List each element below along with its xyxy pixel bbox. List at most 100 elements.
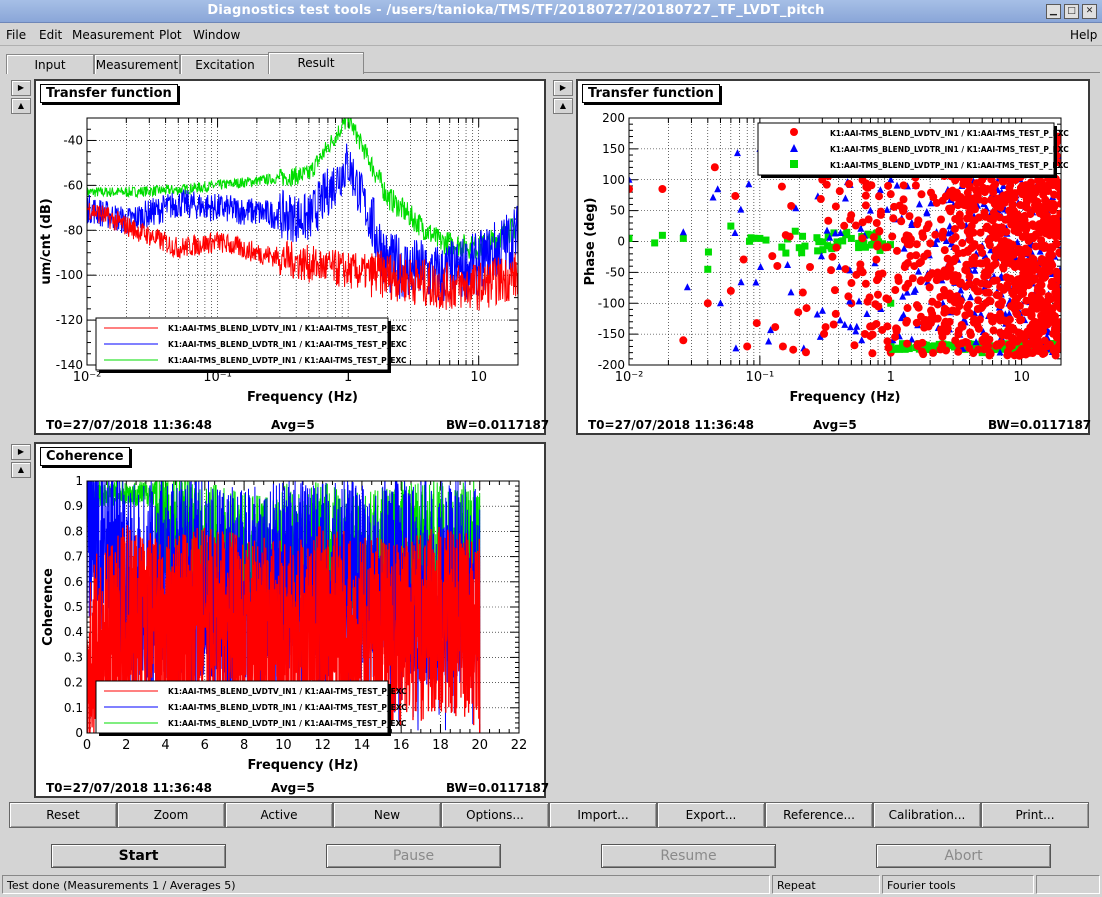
close-button[interactable]: ✕ bbox=[1082, 4, 1097, 19]
scatter-point-red bbox=[1056, 209, 1061, 218]
panel1-next-button[interactable]: ▶ bbox=[11, 80, 31, 96]
abort-button[interactable]: Abort bbox=[876, 844, 1051, 868]
scatter-point-red bbox=[1044, 292, 1053, 301]
scatter-point-red bbox=[1002, 273, 1011, 282]
scatter-point-red bbox=[1000, 236, 1009, 245]
scatter-point-red bbox=[1009, 303, 1018, 312]
scatter-point-red bbox=[946, 207, 955, 216]
scatter-point-red bbox=[861, 279, 870, 288]
panel3-next-button[interactable]: ▶ bbox=[11, 444, 31, 460]
minimize-button[interactable]: ▁ bbox=[1046, 4, 1061, 19]
scatter-point-red bbox=[966, 328, 975, 337]
panel3-collapse-button[interactable]: ▲ bbox=[11, 462, 31, 478]
menu-window[interactable]: Window bbox=[193, 28, 240, 42]
magnitude-plot[interactable]: 10⁻² 10⁻¹ 1 10-40-60-80-100-120-140Frequenc… bbox=[36, 81, 544, 433]
scatter-point-blue bbox=[784, 260, 792, 268]
phase-plot[interactable]: 10⁻² 10⁻¹ 1 10 200 150 100 50 0 -50 -100 -150 -200 Fr… bbox=[578, 81, 1088, 433]
export-button[interactable]: Export... bbox=[657, 802, 765, 828]
magnitude-avg: Avg=5 bbox=[271, 418, 315, 432]
scatter-point-red bbox=[969, 318, 978, 327]
scatter-point-red bbox=[940, 246, 949, 255]
scatter-point-blue bbox=[765, 337, 773, 345]
tab-measurement[interactable]: Measurement bbox=[94, 54, 180, 74]
menu-measurement[interactable]: Measurement bbox=[72, 28, 154, 42]
scatter-point-red bbox=[994, 341, 1003, 350]
scatter-point-red bbox=[1043, 342, 1052, 351]
x-tick-label: 2 bbox=[122, 738, 130, 753]
menu-edit[interactable]: Edit bbox=[39, 28, 62, 42]
scatter-point-red bbox=[917, 190, 926, 199]
scatter-point-red bbox=[1023, 308, 1032, 317]
coherence-plot[interactable]: 0 2 4 6 8 10 12 14 16 18 20 22 1 0.9 0.8 0.7 0.6 0.5 0.4 0.… bbox=[36, 444, 544, 796]
scatter-point-red bbox=[830, 286, 839, 295]
x-tick-label: 16 bbox=[393, 738, 410, 753]
scatter-point-red bbox=[966, 224, 975, 233]
scatter-point-red bbox=[703, 299, 712, 308]
panel2-collapse-button[interactable]: ▲ bbox=[553, 98, 573, 114]
scatter-point-red bbox=[1031, 201, 1040, 210]
coherence-panel: Coherence 0 2 4 6 8 10 12 14 16 18 20 22 1 0.9 0.8 0.7 0… bbox=[34, 442, 549, 798]
scatter-point-red bbox=[958, 239, 967, 248]
import-button[interactable]: Import... bbox=[549, 802, 657, 828]
x-tick-label: 10 bbox=[470, 370, 487, 385]
menu-help[interactable]: Help bbox=[1070, 28, 1097, 42]
active-button[interactable]: Active bbox=[225, 802, 333, 828]
scatter-point-red bbox=[726, 286, 735, 295]
scatter-point-red bbox=[878, 269, 887, 278]
zoom-button[interactable]: Zoom bbox=[117, 802, 225, 828]
scatter-point-green bbox=[819, 246, 827, 254]
reference-button[interactable]: Reference... bbox=[765, 802, 873, 828]
scatter-point-red bbox=[904, 232, 913, 241]
scatter-point-red bbox=[967, 259, 976, 268]
scatter-point-red bbox=[890, 202, 899, 211]
scatter-point-red bbox=[947, 271, 956, 280]
magnitude-bw: BW=0.0117187 bbox=[446, 418, 550, 432]
resume-button[interactable]: Resume bbox=[601, 844, 776, 868]
options-button[interactable]: Options... bbox=[441, 802, 549, 828]
pause-button[interactable]: Pause bbox=[326, 844, 501, 868]
new-button[interactable]: New bbox=[333, 802, 441, 828]
tab-result[interactable]: Result bbox=[268, 52, 364, 74]
scatter-point-blue bbox=[732, 344, 740, 352]
scatter-point-green bbox=[745, 237, 753, 245]
y-tick-label: -100 bbox=[56, 268, 83, 282]
calibration-button[interactable]: Calibration... bbox=[873, 802, 981, 828]
scatter-point-red bbox=[937, 215, 946, 224]
scatter-point-red bbox=[938, 332, 947, 341]
scatter-point-red bbox=[998, 297, 1007, 306]
legend-label: K1:AAI-TMS_BLEND_LVDTP_IN1 / K1:AAI-TMS_… bbox=[830, 161, 1069, 170]
reset-button[interactable]: Reset bbox=[9, 802, 117, 828]
scatter-point-blue bbox=[923, 207, 931, 215]
scatter-point-red bbox=[1055, 184, 1061, 193]
scatter-point-green bbox=[651, 239, 659, 247]
scatter-point-red bbox=[955, 214, 964, 223]
scatter-point-red bbox=[828, 252, 837, 261]
scatter-point-red bbox=[777, 182, 786, 191]
maximize-button[interactable]: □ bbox=[1064, 4, 1079, 19]
tab-input[interactable]: Input bbox=[6, 54, 94, 74]
scatter-point-red bbox=[873, 290, 882, 299]
scatter-point-red bbox=[976, 228, 985, 237]
start-button[interactable]: Start bbox=[51, 844, 226, 868]
scatter-point-red bbox=[964, 180, 973, 189]
x-axis-label: Frequency (Hz) bbox=[248, 758, 359, 773]
scatter-point-red bbox=[831, 309, 840, 318]
scatter-point-red bbox=[894, 273, 903, 282]
legend-marker bbox=[790, 160, 798, 168]
scatter-point-blue bbox=[752, 278, 760, 286]
tab-excitation[interactable]: Excitation bbox=[180, 54, 270, 74]
phase-avg: Avg=5 bbox=[813, 418, 857, 432]
status-tool: Fourier tools bbox=[882, 875, 1034, 894]
panel2-next-button[interactable]: ▶ bbox=[553, 80, 573, 96]
scatter-point-blue bbox=[863, 310, 871, 318]
scatter-point-red bbox=[986, 234, 995, 243]
panel1-collapse-button[interactable]: ▲ bbox=[11, 98, 31, 114]
y-tick-label: -100 bbox=[598, 296, 625, 310]
menu-plot[interactable]: Plot bbox=[159, 28, 182, 42]
scatter-point-red bbox=[1047, 259, 1056, 268]
scatter-point-red bbox=[996, 195, 1005, 204]
menu-file[interactable]: File bbox=[6, 28, 26, 42]
print-button[interactable]: Print... bbox=[981, 802, 1089, 828]
window-title: Diagnostics test tools - /users/tanioka/… bbox=[207, 3, 825, 18]
coherence-t0: T0=27/07/2018 11:36:48 bbox=[46, 781, 213, 795]
